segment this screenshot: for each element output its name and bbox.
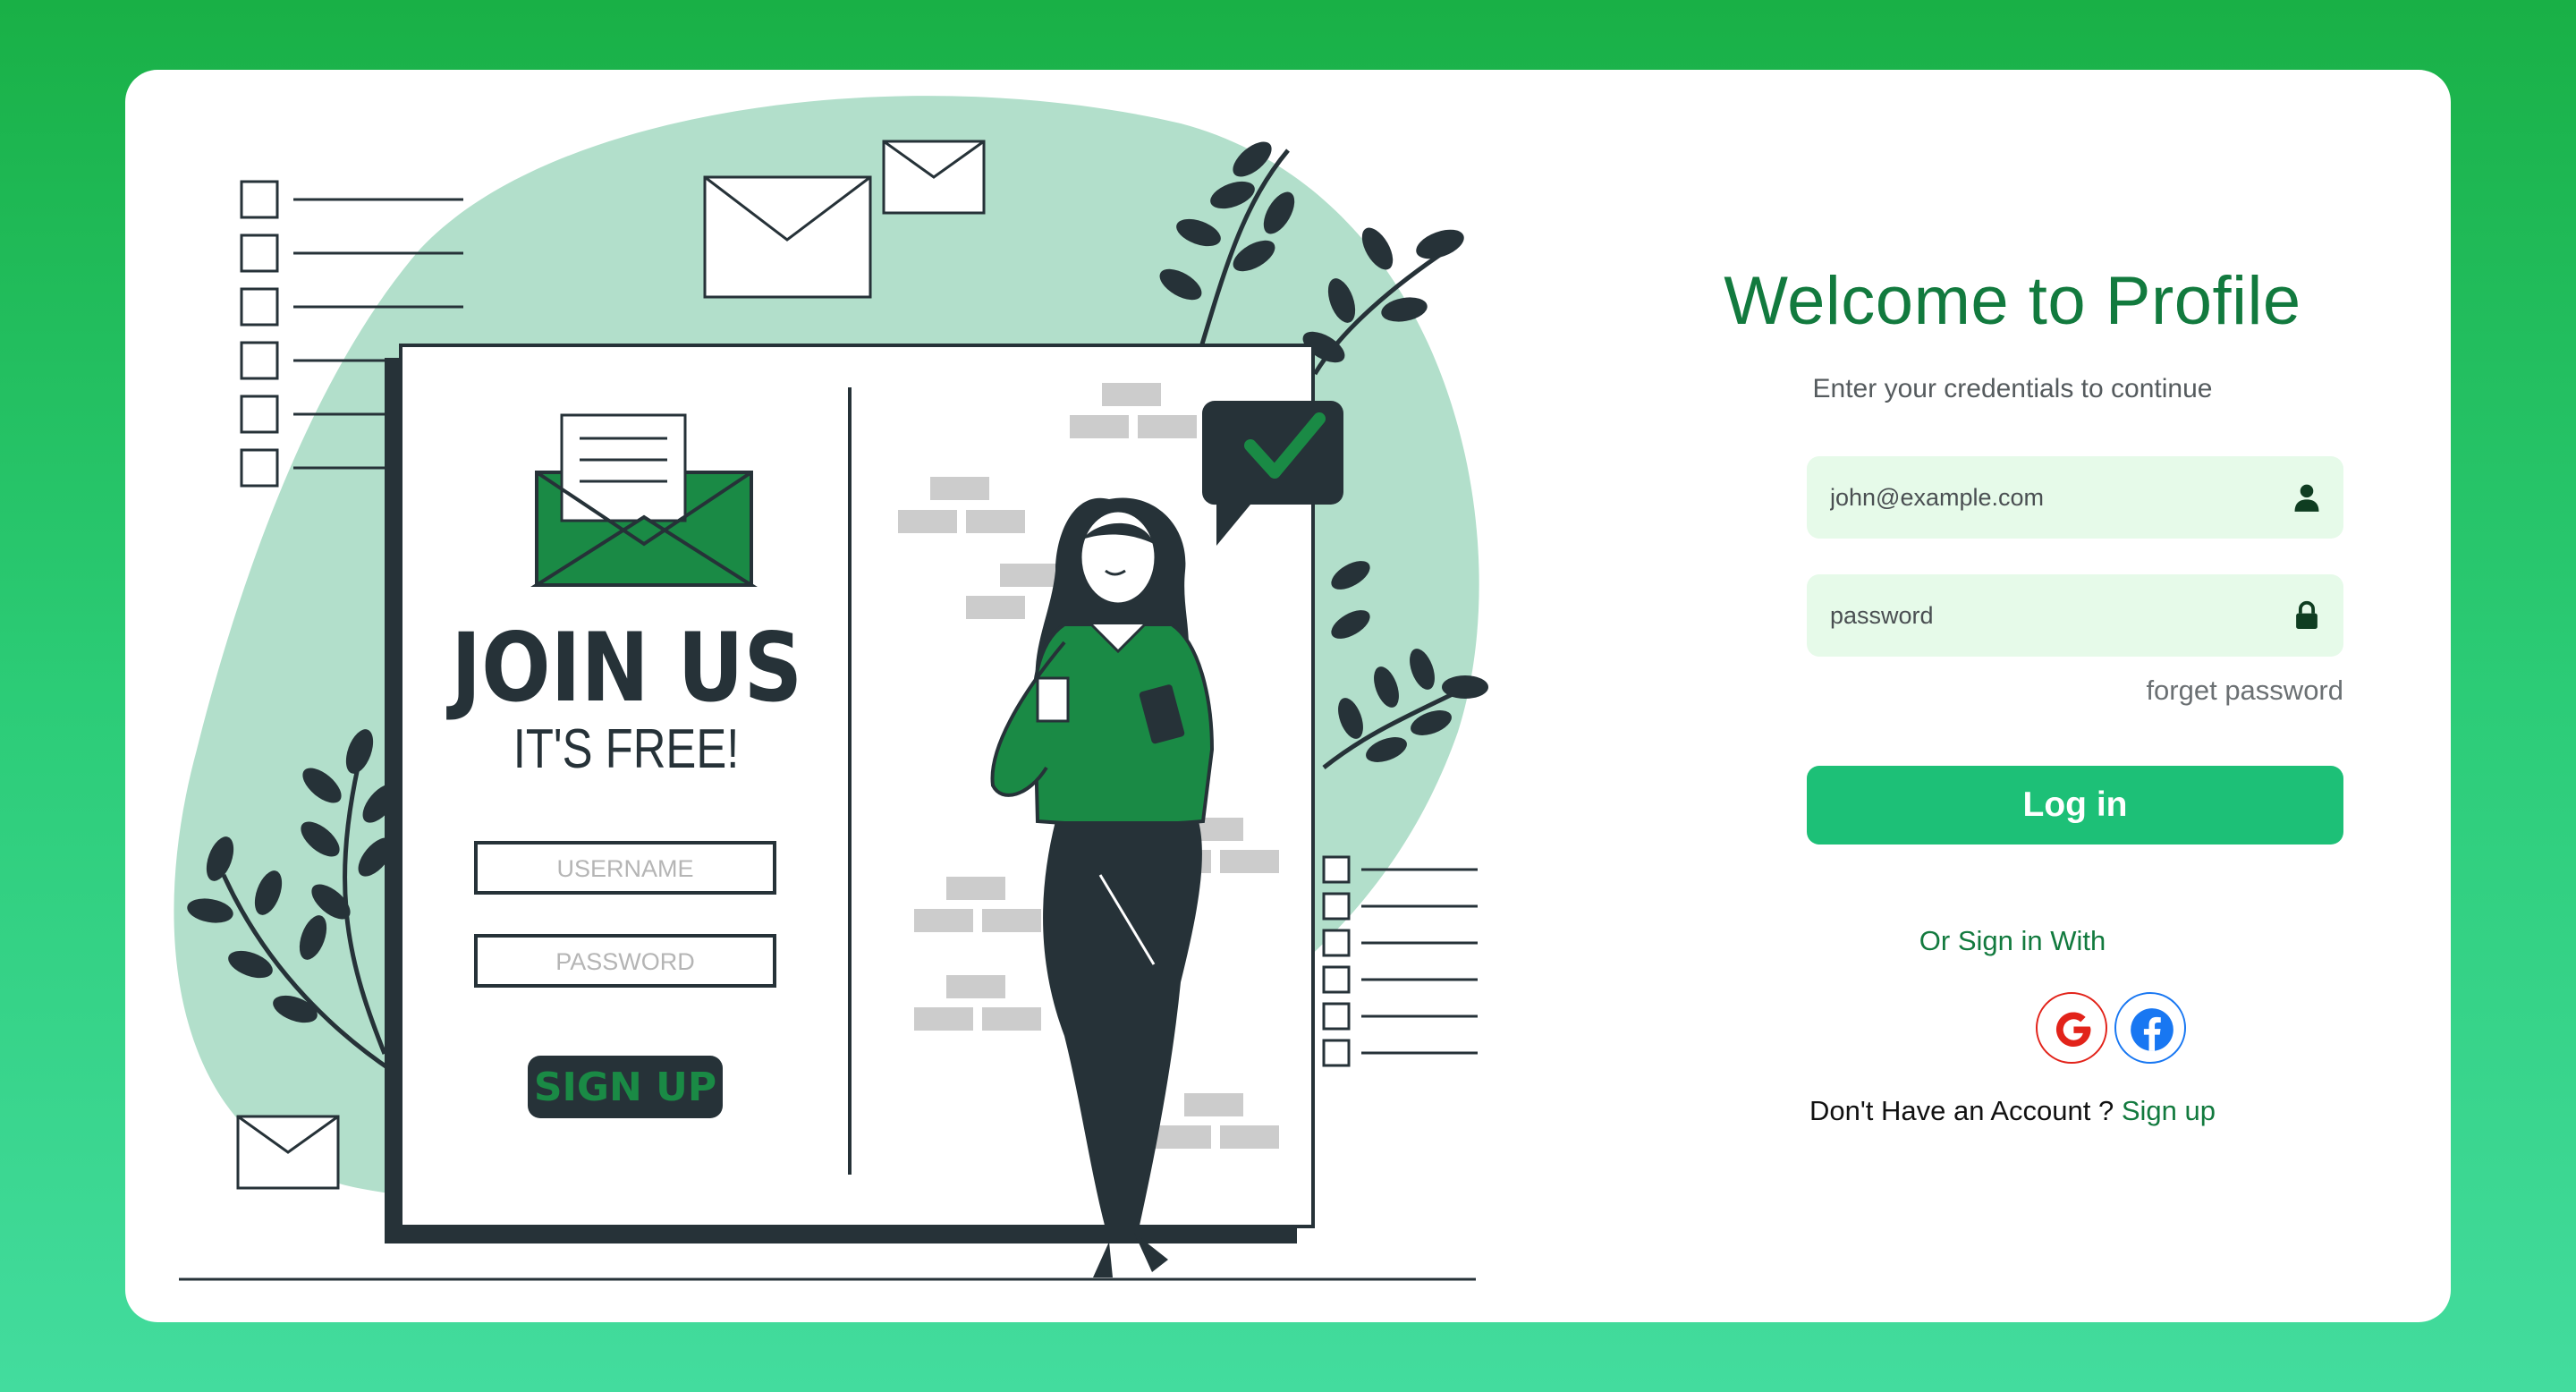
login-form: Welcome to Profile Enter your credential… (1646, 70, 2379, 1322)
password-field[interactable] (1807, 574, 2272, 657)
envelope-top-small (882, 140, 986, 215)
page-subtitle: Enter your credentials to continue (1812, 374, 2213, 403)
google-signin-button[interactable] (2036, 992, 2107, 1064)
signup-prompt: Don't Have an Account ? Sign up (1646, 1095, 2379, 1127)
join-us-illustration: JOIN US IT'S FREE! USERNAME PASSWORD SIG… (125, 70, 1521, 1322)
illustration-username-label: USERNAME (556, 855, 693, 882)
password-field-wrapper (1807, 574, 2343, 657)
illustration-signup-label: SIGN UP (534, 1065, 716, 1110)
login-card: JOIN US IT'S FREE! USERNAME PASSWORD SIG… (125, 70, 2451, 1322)
illustration-subheading: IT'S FREE! (513, 718, 740, 780)
or-sign-in-with-label: Or Sign in With (1919, 925, 2106, 956)
email-field-wrapper (1807, 456, 2343, 539)
lock-icon (2296, 600, 2318, 630)
page-title: Welcome to Profile (1724, 263, 2301, 339)
signup-link[interactable]: Sign up (2122, 1095, 2216, 1126)
forget-password-link[interactable]: forget password (2146, 675, 2343, 707)
no-account-text: Don't Have an Account ? (1809, 1095, 2114, 1126)
facebook-signin-button[interactable] (2114, 992, 2186, 1064)
envelope-top-large (703, 175, 872, 299)
email-field[interactable] (1807, 456, 2272, 539)
facebook-icon (2131, 1008, 2174, 1051)
illustration-password-label: PASSWORD (555, 948, 695, 975)
login-button[interactable]: Log in (1807, 766, 2343, 845)
user-icon (2294, 484, 2319, 512)
google-icon (2055, 1012, 2091, 1048)
illustration-heading: JOIN US (446, 613, 803, 723)
envelope-bottom-left (236, 1115, 340, 1190)
